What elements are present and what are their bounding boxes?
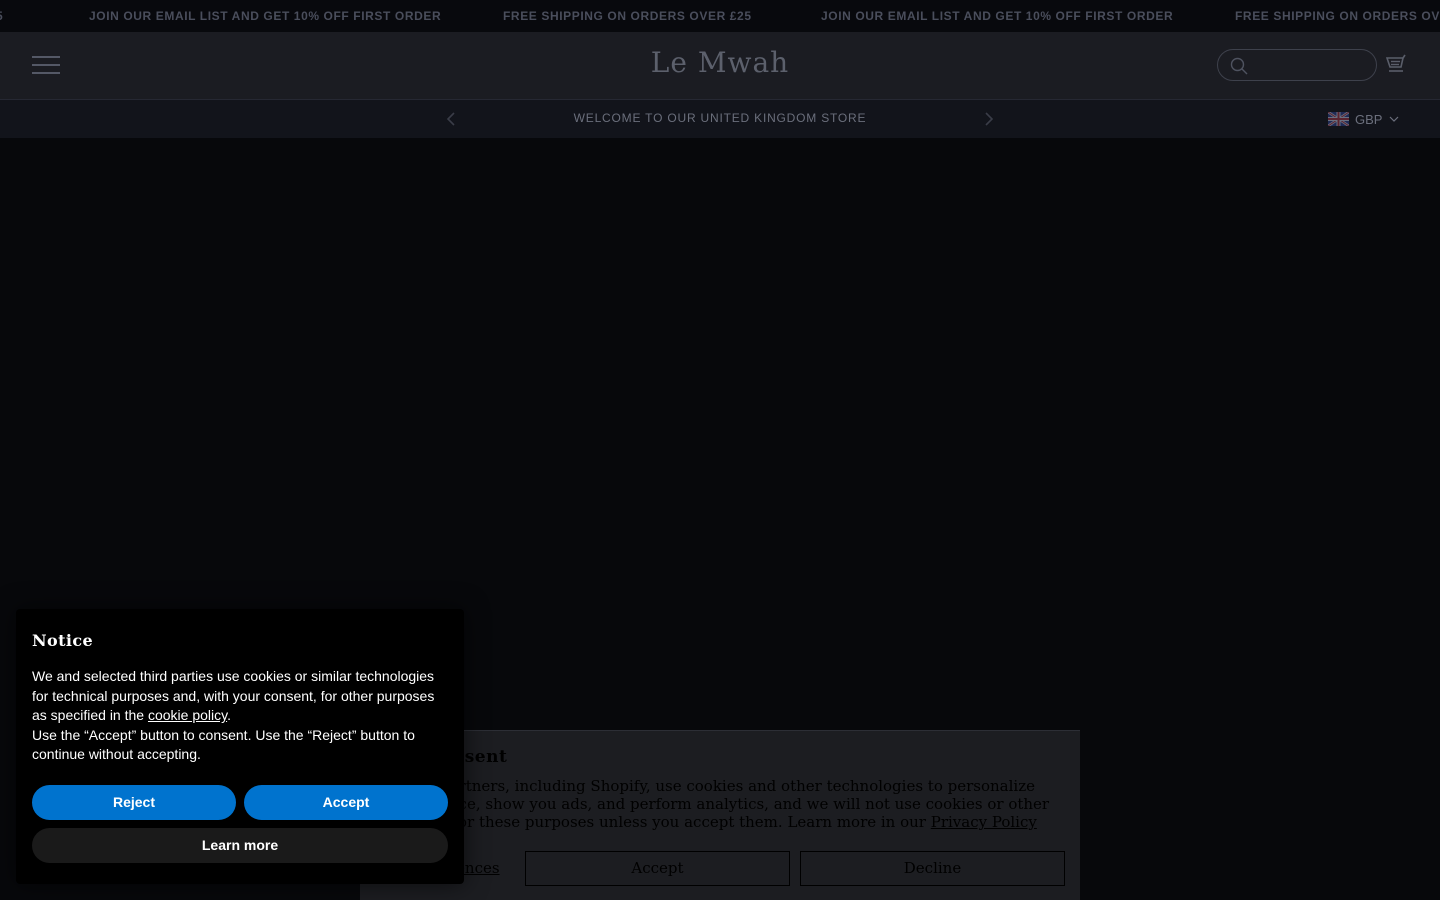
consent-decline-button[interactable]: Decline (800, 851, 1065, 886)
accept-button[interactable]: Accept (244, 785, 448, 820)
cookie-policy-link[interactable]: cookie policy (148, 707, 227, 723)
consent-body-line: partners, including Shopify, use cookies… (440, 777, 1035, 795)
currency-selector[interactable]: GBP (1328, 110, 1400, 128)
announcement-bar: 5 JOIN OUR EMAIL LIST AND GET 10% OFF FI… (0, 0, 1440, 32)
notice-title: Notice (32, 631, 94, 650)
cart-icon[interactable] (1386, 54, 1410, 76)
announcement-item: FREE SHIPPING ON ORDERS OVE (1235, 9, 1440, 23)
announcement-item: 5 (0, 9, 3, 23)
reject-button[interactable]: Reject (32, 785, 236, 820)
notice-text: . (227, 707, 231, 724)
notice-paragraph: We and selected third parties use cookie… (32, 667, 444, 726)
search-input[interactable] (1217, 49, 1377, 81)
notice-paragraph: Use the “Accept” button to consent. Use … (32, 726, 415, 763)
consent-body-text: s for these purposes unless you accept t… (440, 813, 931, 831)
search-icon (1230, 57, 1248, 75)
announcement-item: FREE SHIPPING ON ORDERS OVER £25 (503, 9, 752, 23)
notice-text: We and selected third parties use cookie… (32, 668, 435, 724)
uk-flag-icon (1328, 112, 1349, 126)
store-bar: WELCOME TO OUR UNITED KINGDOM STORE GBP (0, 100, 1440, 138)
cookie-notice-dialog: Notice We and selected third parties use… (16, 609, 464, 884)
consent-body: partners, including Shopify, use cookies… (440, 777, 1060, 831)
site-header: Le Mwah (0, 32, 1440, 100)
chevron-right-icon[interactable] (982, 111, 996, 127)
announcement-item: JOIN OUR EMAIL LIST AND GET 10% OFF FIRS… (821, 9, 1174, 23)
announcement-item: JOIN OUR EMAIL LIST AND GET 10% OFF FIRS… (89, 9, 442, 23)
learn-more-button[interactable]: Learn more (32, 828, 448, 863)
consent-accept-button[interactable]: Accept (525, 851, 790, 886)
chevron-down-icon (1390, 116, 1399, 122)
privacy-policy-link[interactable]: Privacy Policy (931, 813, 1037, 831)
store-welcome-text: WELCOME TO OUR UNITED KINGDOM STORE (573, 111, 867, 125)
consent-body-line: s for these purposes unless you accept t… (440, 813, 1060, 831)
shopify-consent-banner: onsent partners, including Shopify, use … (360, 730, 1080, 900)
currency-code: GBP (1355, 111, 1383, 127)
notice-body: We and selected third parties use cookie… (32, 667, 444, 765)
consent-body-line: ence, show you ads, and perform analytic… (440, 795, 1050, 813)
